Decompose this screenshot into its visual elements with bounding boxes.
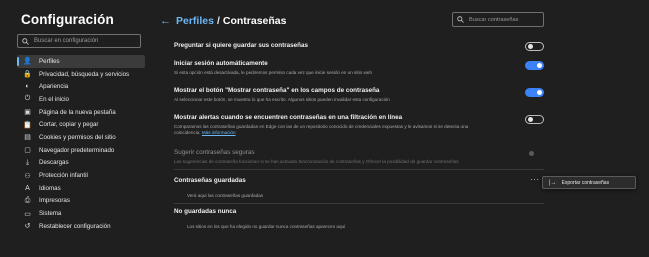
lock-icon: 🔒 xyxy=(23,71,32,79)
page-title: Contraseñas xyxy=(222,15,287,27)
cookie-icon: ▤ xyxy=(24,134,31,142)
setting-suggest-passwords: Sugerir contraseñas seguras Las sugerenc… xyxy=(174,149,544,165)
reset-icon: ↺ xyxy=(24,223,31,231)
setting-description: Al seleccionar este botón, se muestra lo… xyxy=(174,97,390,102)
back-arrow-icon[interactable]: ← xyxy=(160,15,171,27)
sidebar-item-0[interactable]: 👤 Perfiles xyxy=(17,55,145,68)
sidebar-item-12[interactable]: ▭ Sistema xyxy=(17,207,145,220)
language-icon: A xyxy=(25,184,30,192)
sidebar-item-label: Navegador predeterminado xyxy=(39,146,115,154)
sidebar-item-label: Apariencia xyxy=(39,83,69,91)
sidebar-item-label: Página de la nueva pestaña xyxy=(39,108,116,116)
auto-signin-toggle[interactable] xyxy=(525,61,544,70)
search-icon xyxy=(457,16,464,23)
never-saved-empty-note: Los sitios en los que ha elegido no guar… xyxy=(187,224,346,229)
setting-description: Comparamos las contraseñas guardadas en … xyxy=(174,124,544,136)
sidebar-item-label: Impresoras xyxy=(39,197,70,205)
sidebar-item-13[interactable]: ↺ Restablecer configuración xyxy=(17,220,145,233)
sidebar-item-label: Cortar, copiar y pegar xyxy=(39,121,99,129)
setting-reveal-button: Mostrar el botón "Mostrar contraseña" en… xyxy=(174,87,544,103)
password-search-input[interactable]: Buscar contraseñas xyxy=(452,12,544,27)
sidebar-item-8[interactable]: ⤓ Descargas xyxy=(17,157,145,170)
sidebar-item-11[interactable]: ⎙ Impresoras xyxy=(17,195,145,208)
sidebar-item-label: Descargas xyxy=(39,159,69,167)
setting-leak-alerts: Mostrar alertas cuando se encuentren con… xyxy=(174,114,544,136)
passwords-panel: ← Perfiles / Contraseñas Buscar contrase… xyxy=(147,0,649,257)
setting-title: Sugerir contraseñas seguras xyxy=(174,149,255,156)
sidebar-item-6[interactable]: ▤ Cookies y permisos del sitio xyxy=(17,131,145,144)
settings-search-input[interactable]: Buscar en configuración xyxy=(17,34,141,48)
section-divider xyxy=(174,203,544,204)
setting-title: Iniciar sesión automáticamente xyxy=(174,60,268,67)
sidebar-item-7[interactable]: ▢ Navegador predeterminado xyxy=(17,144,145,157)
setting-description: Si esta opción está desactivada, le pedi… xyxy=(174,70,372,75)
setting-description-line1: Comparamos las contraseñas guardadas en … xyxy=(174,124,469,129)
sidebar-title: Configuración xyxy=(21,12,114,27)
sidebar-item-5[interactable]: 📋 Cortar, copiar y pegar xyxy=(17,118,145,131)
sidebar-item-10[interactable]: A Idiomas xyxy=(17,182,145,195)
leak-alerts-toggle[interactable] xyxy=(525,115,544,124)
sidebar-item-label: Sistema xyxy=(39,210,62,218)
never-saved-title: No guardadas nunca xyxy=(174,208,237,215)
sidebar-nav: 👤 Perfiles 🔒 Privacidad, búsqueda y servici… xyxy=(17,55,145,233)
clipboard-icon: 📋 xyxy=(23,121,32,129)
sidebar-item-1[interactable]: 🔒 Privacidad, búsqueda y servicios xyxy=(17,68,145,81)
search-icon xyxy=(22,37,29,45)
saved-passwords-title: Contraseñas guardadas xyxy=(174,177,246,184)
profile-icon: 👤 xyxy=(23,58,32,66)
settings-sidebar: Configuración Buscar en configuración 👤 P… xyxy=(0,0,147,257)
setting-description-line2: coincidencia. xyxy=(174,130,201,136)
sidebar-item-4[interactable]: ▣ Página de la nueva pestaña xyxy=(17,106,145,119)
breadcrumb-profiles-link[interactable]: Perfiles xyxy=(176,15,214,27)
sidebar-item-3[interactable]: ⏻ En el inicio xyxy=(17,93,145,106)
sidebar-item-label: Cookies y permisos del sitio xyxy=(39,133,116,141)
sidebar-item-label: En el inicio xyxy=(39,95,69,103)
setting-title: Mostrar el botón "Mostrar contraseña" en… xyxy=(174,87,380,94)
setting-auto-signin: Iniciar sesión automáticamente Si esta o… xyxy=(174,60,544,76)
learn-more-link[interactable]: Más información xyxy=(202,130,236,135)
download-icon: ⤓ xyxy=(25,158,30,166)
search-placeholder: Buscar en configuración xyxy=(34,38,99,44)
sidebar-item-2[interactable]: ◐ Apariencia xyxy=(17,80,145,93)
more-actions-menu: |→ Exportar contraseñas xyxy=(542,176,636,189)
breadcrumb: ← Perfiles / Contraseñas xyxy=(160,15,286,27)
setting-title: Preguntar si quiere guardar sus contrase… xyxy=(174,42,309,49)
sidebar-item-label: Privacidad, búsqueda y servicios xyxy=(39,70,130,78)
power-icon: ⏻ xyxy=(24,95,31,103)
sidebar-item-label: Restablecer configuración xyxy=(39,222,111,230)
system-icon: ▭ xyxy=(24,210,31,218)
sidebar-item-label: Perfiles xyxy=(39,57,60,65)
export-passwords-menu-item[interactable]: Exportar contraseñas xyxy=(562,180,610,186)
setting-description: Las sugerencias de contraseña funcionan … xyxy=(174,159,459,164)
browser-icon: ▢ xyxy=(24,147,31,155)
palette-icon: ◐ xyxy=(25,83,30,91)
family-icon: ⚇ xyxy=(24,172,31,180)
section-divider xyxy=(174,169,544,170)
saved-passwords-empty-note: Verá aquí las contraseñas guardadas xyxy=(187,193,264,198)
sidebar-item-9[interactable]: ⚇ Protección infantil xyxy=(17,169,145,182)
sidebar-item-label: Idiomas xyxy=(39,184,61,192)
offer-save-toggle[interactable] xyxy=(525,42,544,51)
new-tab-icon: ▣ xyxy=(24,109,31,117)
password-search-placeholder: Buscar contraseñas xyxy=(469,16,519,23)
more-actions-button[interactable]: ··· xyxy=(530,175,540,184)
breadcrumb-separator: / xyxy=(216,15,220,27)
reveal-button-toggle[interactable] xyxy=(525,88,544,97)
suggest-passwords-toggle xyxy=(525,149,544,158)
printer-icon: ⎙ xyxy=(24,196,31,204)
export-icon: |→ xyxy=(549,179,557,186)
sidebar-item-label: Protección infantil xyxy=(39,172,88,180)
setting-title: Mostrar alertas cuando se encuentren con… xyxy=(174,114,403,121)
setting-offer-save: Preguntar si quiere guardar sus contrase… xyxy=(174,42,544,51)
